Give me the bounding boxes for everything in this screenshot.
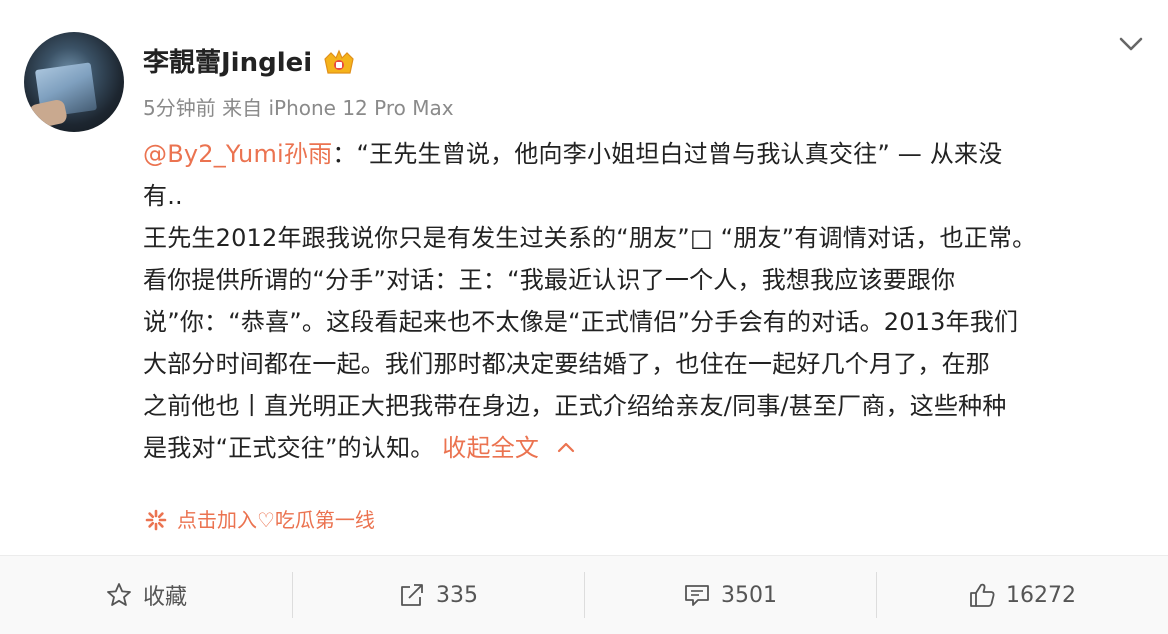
content-line: 王先生2012年跟我说你只是有发生过关系的“朋友”□ “朋友”有调情对话，也正常…	[143, 224, 1037, 252]
favorite-label: 收藏	[142, 585, 187, 610]
collapse-label[interactable]: 收起全文	[442, 434, 539, 462]
supertopic-icon	[145, 509, 167, 531]
like-count: 16272	[1006, 582, 1076, 608]
collapse-button[interactable]: 收起全文	[442, 434, 575, 462]
comment-count: 3501	[721, 582, 777, 608]
content-line: 大部分时间都在一起。我们那时都决定要结婚了，也住在一起好几个月了，在那	[143, 350, 990, 378]
post-source: iPhone 12 Pro Max	[268, 96, 454, 120]
avatar-hand	[27, 98, 69, 130]
star-icon	[107, 583, 131, 606]
content-text: 是我对“正式交往”的认知。	[143, 434, 443, 462]
source-prefix: 来自	[222, 96, 263, 120]
chevron-down-icon[interactable]	[1118, 34, 1144, 54]
content-line: 之前他也丨直光明正大把我带在身边，正式介绍给亲友/同事/甚至厂商，这些种种	[143, 392, 1007, 420]
author-name[interactable]: 李靚蕾Jinglei	[143, 46, 312, 80]
comment-button[interactable]: 3501	[584, 556, 876, 634]
content-line: 有..	[143, 182, 183, 210]
comment-icon	[685, 585, 709, 606]
post-content: @By2_Yumi孙雨：“王先生曾说，他向李小姐坦白过曾与我认真交往” — 从来…	[143, 133, 1133, 469]
post-time[interactable]: 5分钟前	[143, 96, 216, 120]
supertopic-link[interactable]: 点击加入♡吃瓜第一线	[145, 505, 375, 535]
repost-icon	[401, 584, 423, 606]
content-text: ：“王先生曾说，他向李小姐坦白过曾与我认真交往” — 从来没	[332, 140, 1003, 168]
content-line: 是我对“正式交往”的认知。 收起全文	[143, 427, 1133, 469]
avatar[interactable]	[24, 32, 124, 132]
content-line: 看你提供所谓的“分手”对话：王：“我最近认识了一个人，我想我应该要跟你	[143, 266, 956, 294]
mention-link[interactable]: @By2_Yumi孙雨	[143, 140, 332, 168]
favorite-button[interactable]: 收藏	[0, 556, 292, 634]
thumbs-up-icon	[970, 583, 995, 607]
action-bar: 收藏 335 3501 16272	[0, 556, 1168, 634]
post-meta: 5分钟前 来自 iPhone 12 Pro Max	[143, 94, 454, 122]
content-line: 说”你：“恭喜”。这段看起来也不太像是“正式情侣”分手会有的对话。2013年我们	[143, 308, 1019, 336]
vip-crown-icon[interactable]	[322, 49, 356, 77]
content-line: @By2_Yumi孙雨：“王先生曾说，他向李小姐坦白过曾与我认真交往” — 从来…	[143, 133, 1133, 175]
chevron-up-icon[interactable]	[557, 440, 575, 454]
repost-button[interactable]: 335	[292, 556, 584, 634]
like-button[interactable]: 16272	[876, 556, 1168, 634]
supertopic-label[interactable]: 点击加入♡吃瓜第一线	[177, 508, 375, 532]
repost-count: 335	[436, 582, 478, 608]
